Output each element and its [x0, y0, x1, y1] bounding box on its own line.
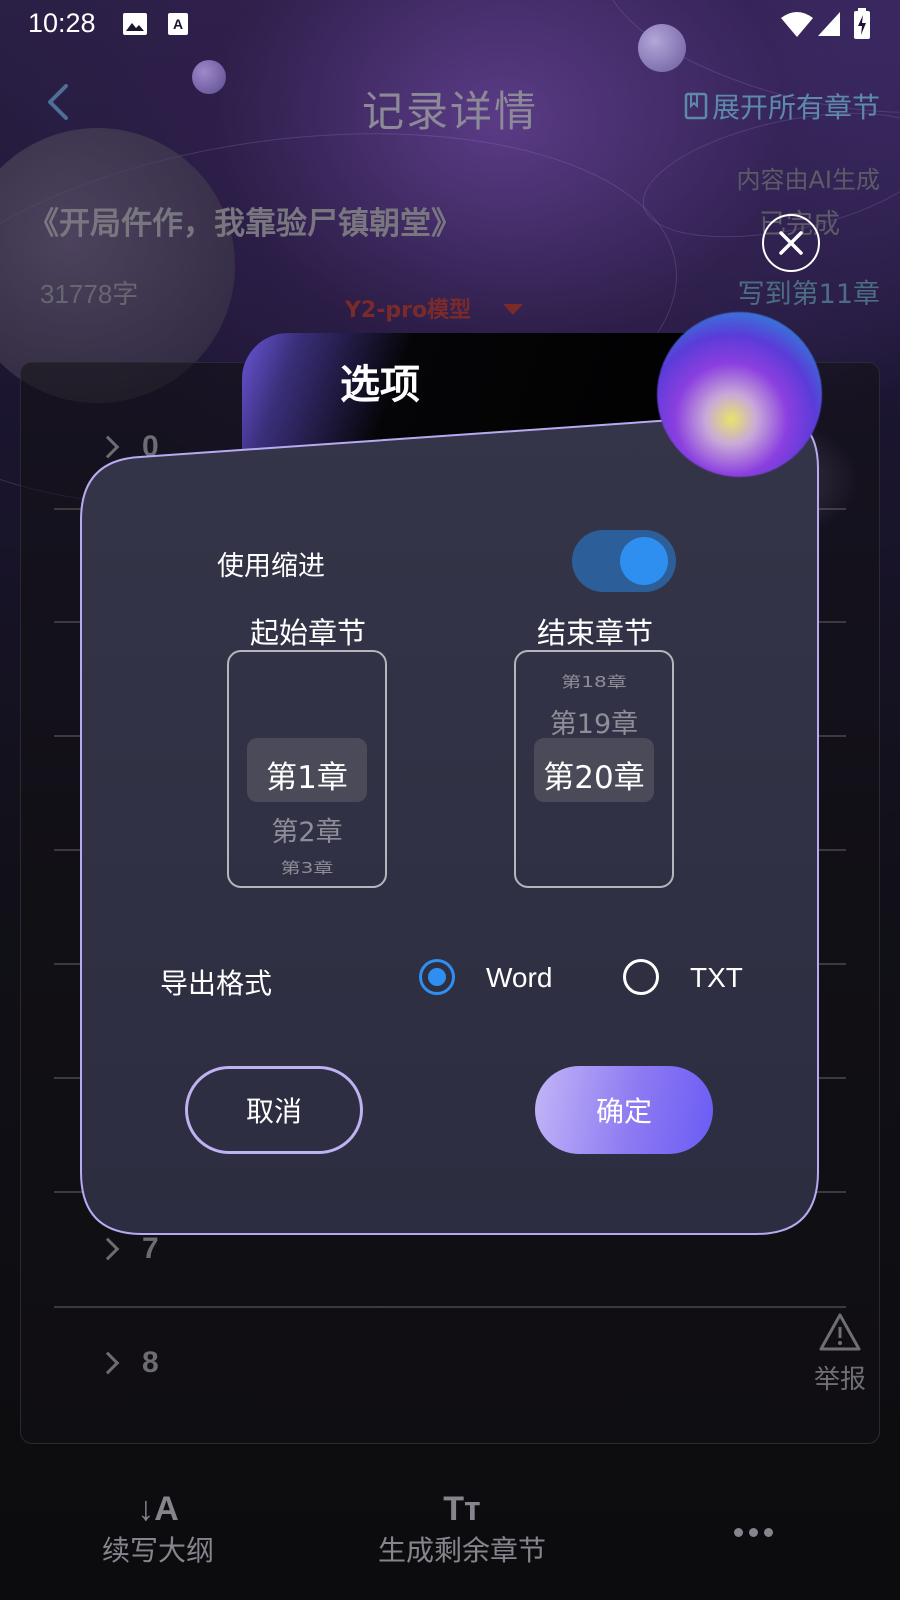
picker-item-selected[interactable]: 第20章	[516, 752, 672, 797]
continue-outline-button[interactable]: ↓A 续写大纲	[98, 1490, 218, 1569]
dot	[764, 1528, 773, 1537]
picker-item-selected[interactable]: 第1章	[229, 752, 385, 797]
format-txt-radio[interactable]	[623, 959, 659, 995]
close-button[interactable]	[762, 214, 820, 272]
dot	[749, 1528, 758, 1537]
picker-item[interactable]: 第3章	[229, 856, 385, 878]
format-word-radio[interactable]	[419, 959, 455, 995]
decorative-orb	[657, 312, 822, 477]
dot	[734, 1528, 743, 1537]
picker-item[interactable]: 第2章	[229, 810, 385, 849]
end-chapter-label: 结束章节	[537, 616, 654, 650]
more-options-icon[interactable]	[734, 1528, 773, 1537]
toggle-knob	[620, 537, 668, 585]
generate-remaining-button[interactable]: Tт 生成剩余章节	[372, 1490, 552, 1569]
text-size-icon: Tт	[443, 1490, 481, 1528]
picker-item[interactable]: 第18章	[516, 670, 672, 692]
close-icon	[779, 231, 803, 255]
start-chapter-picker[interactable]: 第1章 第2章 第3章	[227, 650, 387, 888]
confirm-button[interactable]: 确定	[535, 1066, 713, 1154]
format-txt-label[interactable]: TXT	[690, 962, 743, 994]
format-word-label[interactable]: Word	[486, 962, 552, 994]
cancel-button[interactable]: 取消	[185, 1066, 363, 1154]
generate-remaining-label: 生成剩余章节	[377, 1534, 546, 1567]
start-chapter-label: 起始章节	[250, 616, 367, 650]
continue-outline-label: 续写大纲	[101, 1534, 214, 1567]
picker-item[interactable]: 第19章	[516, 702, 672, 741]
export-format-label: 导出格式	[160, 967, 273, 1000]
end-chapter-picker[interactable]: 第18章 第19章 第20章	[514, 650, 674, 888]
dialog-title: 选项	[340, 362, 420, 408]
indent-label: 使用缩进	[217, 551, 325, 582]
indent-toggle[interactable]	[572, 530, 676, 592]
outline-icon: ↓A	[137, 1490, 179, 1528]
